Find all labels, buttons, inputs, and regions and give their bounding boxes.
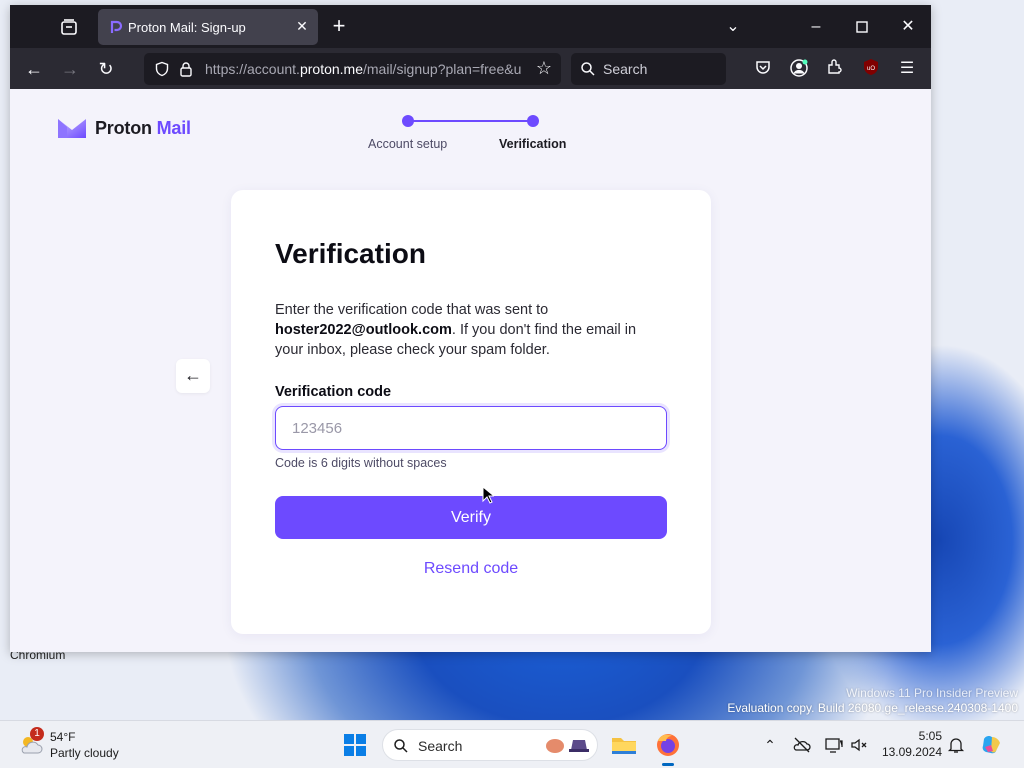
tab-bar: Proton Mail: Sign-up ✕ + ⌄ – ✕ (10, 5, 931, 48)
verification-card: Verification Enter the verification code… (231, 190, 711, 634)
bookmark-star-icon[interactable]: ☆ (533, 58, 555, 79)
menu-hamburger-icon[interactable]: ☰ (896, 58, 918, 80)
brand-name: Proton Mail (95, 118, 191, 139)
volume-muted-icon[interactable] (849, 735, 869, 755)
browser-window: Proton Mail: Sign-up ✕ + ⌄ – ✕ ← → ↻ htt… (10, 5, 931, 652)
reload-icon[interactable]: ↻ (94, 57, 118, 81)
brand-mail: Mail (151, 118, 191, 138)
arrow-left-icon: ← (184, 365, 202, 385)
watermark-line-2: Evaluation copy. Build 26080.ge_release.… (727, 701, 1018, 715)
step-dot-verification (527, 115, 539, 127)
firefox-icon[interactable] (652, 729, 684, 766)
clock-time: 5:05 (918, 729, 942, 743)
maximize-icon[interactable] (851, 16, 873, 38)
windows-taskbar: 1 54°F Partly cloudy Search ⌃ 5:05 13.09… (0, 720, 1024, 768)
url-host: proton.me (299, 61, 363, 77)
weather-alert-badge: 1 (30, 727, 44, 741)
page-content: Proton Mail Account setup Verification ←… (10, 89, 931, 652)
navigation-toolbar: ← → ↻ https://account.proton.me/mail/sig… (10, 48, 931, 89)
watermark-line-1: Windows 11 Pro Insider Preview (846, 686, 1018, 700)
verification-description: Enter the verification code that was sen… (275, 300, 665, 360)
extensions-icon[interactable] (824, 58, 846, 80)
display-network-icon[interactable] (824, 735, 844, 755)
url-path: /mail/signup?plan=free&u (363, 61, 522, 77)
onedrive-offline-icon[interactable] (792, 735, 812, 755)
svg-text:uO: uO (867, 66, 875, 72)
taskbar-search-icon (393, 738, 409, 754)
copilot-icon[interactable] (980, 733, 1004, 757)
weather-temperature: 54°F (50, 730, 76, 744)
resend-code-link[interactable]: Resend code (275, 560, 667, 578)
verify-button[interactable]: Verify (275, 496, 667, 539)
windows-watermark: Windows 11 Pro Insider Preview Evaluatio… (727, 686, 1018, 716)
signup-progress-steps: Account setup Verification (360, 109, 580, 153)
verification-code-hint: Code is 6 digits without spaces (275, 456, 447, 470)
new-tab-icon[interactable]: + (328, 15, 350, 37)
url-prefix: https://account. (205, 61, 300, 77)
weather-condition: Partly cloudy (50, 746, 119, 760)
url-text[interactable]: https://account.proton.me/mail/signup?pl… (205, 61, 527, 77)
proton-mail-envelope-icon (58, 119, 86, 138)
clock-date: 13.09.2024 (881, 745, 942, 759)
close-window-icon[interactable]: ✕ (897, 16, 919, 38)
back-arrow-icon[interactable]: ← (22, 57, 46, 81)
lock-icon[interactable] (178, 61, 194, 77)
system-clock[interactable]: 5:05 13.09.2024 (878, 728, 942, 760)
page-title: Verification (275, 238, 426, 269)
tab-proton-signup[interactable]: Proton Mail: Sign-up ✕ (98, 9, 318, 45)
tracking-shield-icon[interactable] (154, 61, 170, 77)
verification-code-label: Verification code (275, 384, 392, 400)
tab-overflow-chevron-icon[interactable]: ⌄ (722, 16, 744, 38)
tab-list-icon[interactable] (58, 16, 80, 38)
proton-favicon-icon (108, 19, 124, 35)
tray-overflow-chevron-icon[interactable]: ⌃ (760, 735, 780, 755)
taskbar-search-placeholder: Search (418, 738, 463, 754)
tab-close-icon[interactable]: ✕ (294, 18, 310, 34)
mouse-cursor-icon (482, 485, 496, 504)
forward-arrow-icon[interactable]: → (58, 57, 82, 81)
file-explorer-icon[interactable] (608, 729, 640, 761)
verification-code-input[interactable] (275, 406, 667, 450)
weather-widget[interactable]: 1 54°F Partly cloudy (18, 727, 148, 763)
desc-text-before: Enter the verification code that was sen… (275, 302, 549, 318)
windows-start-icon[interactable] (344, 734, 366, 756)
minimize-icon[interactable]: – (805, 16, 827, 38)
tab-title: Proton Mail: Sign-up (128, 20, 246, 35)
pocket-icon[interactable] (752, 58, 774, 80)
search-placeholder: Search (603, 61, 648, 77)
back-button[interactable]: ← (176, 359, 210, 393)
recipient-email: hoster2022@outlook.com (275, 322, 452, 338)
search-icon (580, 61, 596, 77)
account-icon[interactable] (788, 58, 810, 80)
search-highlight-art-icon (543, 734, 591, 756)
taskbar-search-box[interactable]: Search (382, 729, 598, 761)
address-bar[interactable]: https://account.proton.me/mail/signup?pl… (144, 53, 561, 85)
step-connector (410, 120, 529, 122)
notification-bell-icon[interactable] (946, 735, 966, 755)
step-label-verification: Verification (499, 137, 567, 151)
brand-proton: Proton (95, 118, 152, 138)
ublock-origin-icon[interactable]: uO (860, 58, 882, 80)
browser-search-bar[interactable]: Search (571, 53, 726, 85)
step-label-account-setup: Account setup (368, 137, 448, 151)
